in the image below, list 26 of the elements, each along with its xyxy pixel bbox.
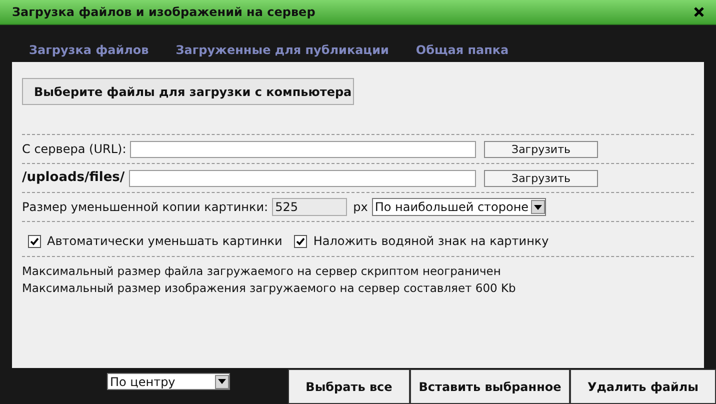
- info-text: Максимальный размер файла загружаемого на сервер скриптом неограничен: [22, 263, 502, 280]
- checkbox-label: Автоматически уменьшать картинки: [47, 233, 282, 250]
- close-icon[interactable]: [694, 7, 704, 17]
- resize-mode-select[interactable]: По наибольшей стороне: [372, 198, 546, 216]
- tab[interactable]: Общая папка: [416, 41, 509, 59]
- size-input[interactable]: 525: [272, 198, 348, 216]
- upload-button[interactable]: Загрузить: [484, 170, 598, 186]
- footer-button[interactable]: Вставить выбранное: [410, 369, 570, 404]
- tab[interactable]: Загрузка файлов: [29, 41, 149, 59]
- info-text: Максимальный размер изображения загружаемого на сервер составляет 600 Kb: [22, 280, 517, 297]
- field-label: /uploads/files/: [22, 169, 125, 188]
- choose-files-button[interactable]: Выберите файлы для загрузки с компьютера: [22, 78, 354, 105]
- url-input[interactable]: [128, 170, 476, 186]
- footer-button[interactable]: Выбрать все: [288, 369, 410, 404]
- align-select[interactable]: По центру: [107, 373, 230, 390]
- checkbox-label: Наложить водяной знак на картинку: [313, 233, 549, 250]
- url-input[interactable]: [130, 140, 476, 158]
- field-label: С сервера (URL):: [22, 141, 126, 158]
- window-title: Загрузка файлов и изображений на сервер: [12, 4, 316, 21]
- checkbox[interactable]: [294, 234, 308, 248]
- tab[interactable]: Загруженные для публикации: [176, 41, 389, 59]
- checkbox[interactable]: [28, 234, 41, 248]
- unit-label: px: [353, 199, 368, 216]
- footer-button[interactable]: Удалить файлы: [570, 369, 716, 404]
- upload-button[interactable]: Загрузить: [484, 140, 598, 158]
- field-label: Размер уменьшенной копии картинки:: [22, 199, 268, 216]
